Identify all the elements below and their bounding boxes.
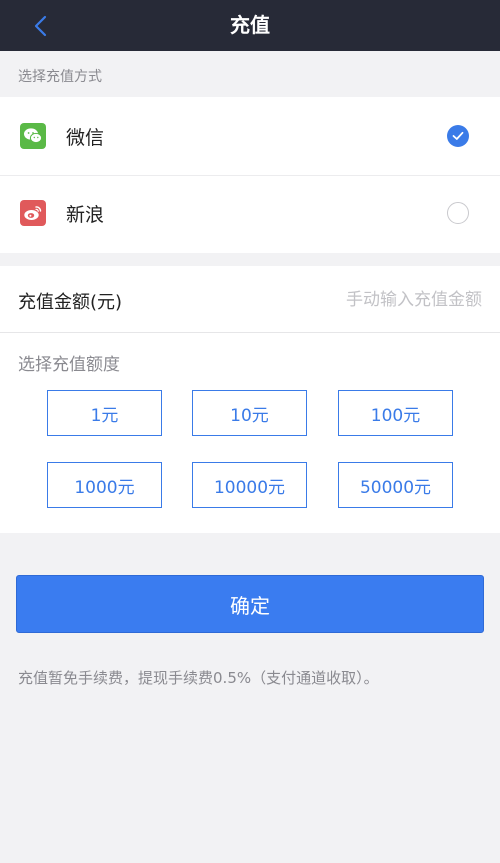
confirm-button[interactable]: 确定 — [16, 575, 484, 633]
quota-option-100[interactable]: 100元 — [338, 390, 453, 436]
quota-option-1000[interactable]: 1000元 — [47, 462, 162, 508]
radio-checked-icon[interactable] — [447, 125, 469, 147]
payment-method-label: 选择充值方式 — [18, 69, 102, 85]
quota-option-50000[interactable]: 50000元 — [338, 462, 453, 508]
payment-method-name: 新浪 — [66, 204, 105, 226]
radio-unchecked-icon[interactable] — [447, 202, 469, 224]
fee-note: 充值暂免手续费，提现手续费0.5%（支付通道收取）。 — [18, 669, 379, 687]
payment-method-wechat[interactable]: 微信 — [0, 97, 500, 175]
payment-method-list: 微信 新浪 — [0, 97, 500, 253]
weibo-icon — [20, 200, 46, 226]
quota-label: 选择充值额度 — [18, 355, 120, 375]
quota-option-10[interactable]: 10元 — [192, 390, 307, 436]
nav-bar: 充值 — [0, 0, 500, 51]
payment-method-weibo[interactable]: 新浪 — [0, 175, 500, 253]
page-title: 充值 — [230, 13, 270, 37]
amount-input-row: 充值金额(元) — [0, 266, 500, 333]
quota-option-1[interactable]: 1元 — [47, 390, 162, 436]
payment-method-name: 微信 — [66, 127, 105, 149]
quota-option-10000[interactable]: 10000元 — [192, 462, 307, 508]
amount-input[interactable] — [262, 286, 482, 314]
amount-label: 充值金额(元) — [18, 292, 123, 313]
amount-section: 充值金额(元) 选择充值额度 1元 10元 100元 1000元 10000元 … — [0, 266, 500, 533]
wechat-icon — [20, 123, 46, 149]
